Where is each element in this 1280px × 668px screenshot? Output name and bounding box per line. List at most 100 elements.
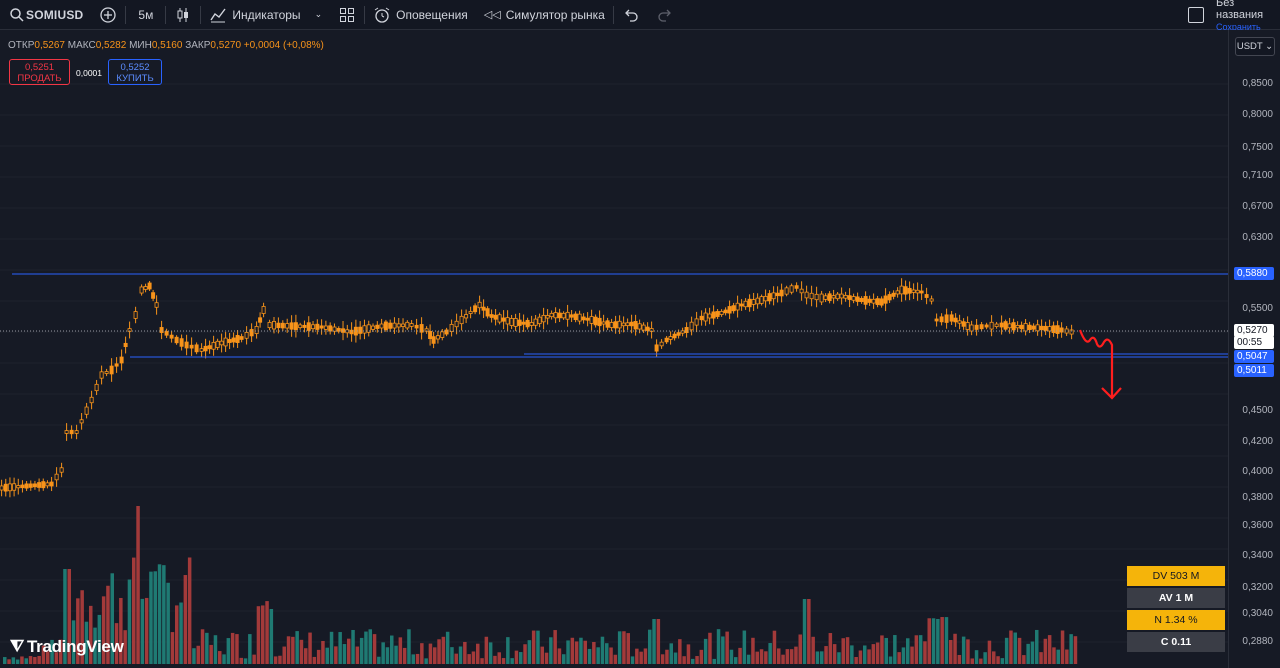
candle-body — [747, 298, 752, 308]
candle-body — [32, 483, 37, 488]
candle-body — [280, 322, 285, 329]
symbol-search[interactable]: SOMIUSD — [0, 0, 91, 29]
volume-bar — [132, 557, 136, 664]
candle-body — [464, 314, 469, 319]
volume-bar — [480, 658, 484, 664]
candle-body — [119, 356, 124, 364]
price-chart[interactable] — [0, 30, 1228, 668]
open-value: 0,5267 — [34, 40, 65, 51]
candle-body — [211, 341, 216, 350]
volume-bar — [235, 634, 239, 664]
candle-body — [289, 322, 294, 330]
support-price-tag-2: 0,5011 — [1234, 364, 1274, 377]
volume-bar — [914, 635, 919, 664]
candle-body — [99, 371, 104, 379]
volume-bar — [1004, 637, 1009, 664]
candle-body — [605, 320, 610, 328]
sell-button[interactable]: 0,5251 ПРОДАТЬ — [9, 59, 70, 85]
volume-bar — [721, 636, 725, 664]
candle-body — [763, 295, 768, 302]
candle-body — [244, 332, 249, 339]
interval-button[interactable]: 5м — [126, 0, 165, 29]
candle-body — [533, 318, 538, 326]
candle-body — [267, 321, 272, 329]
redo-button[interactable] — [648, 0, 682, 29]
volume-bar — [11, 657, 16, 664]
volume-bar — [149, 571, 153, 664]
volume-bar — [609, 647, 613, 664]
alerts-button[interactable]: Оповещения — [365, 0, 476, 29]
candle-body — [341, 328, 346, 333]
candle-body — [239, 336, 244, 340]
candle-body — [883, 295, 888, 304]
volume-bar — [729, 649, 734, 664]
chevron-down-icon[interactable]: ⌄ — [315, 9, 323, 20]
price-tick-label: 0,4000 — [1242, 466, 1273, 477]
buy-button[interactable]: 0,5252 КУПИТЬ — [108, 59, 162, 85]
search-icon — [8, 6, 26, 24]
price-tick-label: 0,3800 — [1242, 492, 1273, 503]
volume-bar — [377, 656, 381, 664]
volume-bar — [557, 648, 562, 664]
volume-bar — [140, 598, 145, 664]
volume-bar — [334, 646, 338, 664]
layout-name[interactable]: Без названия Сохранить — [1216, 0, 1280, 33]
volume-bar — [15, 659, 20, 664]
volume-bar — [940, 617, 944, 664]
undo-button[interactable] — [614, 0, 648, 29]
tradingview-logo[interactable]: ⧨ TradingView — [10, 637, 124, 657]
candle-body — [727, 306, 732, 314]
volume-bar — [875, 642, 880, 664]
candle-body — [139, 286, 144, 294]
volume-bar — [1009, 630, 1013, 664]
candle-body — [219, 340, 224, 346]
resistance-price-tag: 0,5880 — [1234, 267, 1274, 280]
volume-bar — [467, 654, 471, 664]
candle-body — [672, 333, 677, 339]
close-label: ЗАКР — [185, 40, 211, 51]
volume-bar — [691, 658, 695, 664]
volume-bar — [906, 638, 910, 664]
high-value: 0,5282 — [95, 40, 127, 51]
candle-body — [84, 406, 89, 415]
candle-body — [517, 319, 522, 326]
volume-bar — [540, 646, 544, 664]
candle-body — [953, 317, 958, 323]
logo-text: TradingView — [26, 637, 124, 656]
candle-body — [24, 483, 29, 489]
volume-bar — [867, 649, 871, 664]
volume-bar — [966, 639, 970, 664]
currency-select[interactable]: USDT ⌄ — [1235, 37, 1275, 56]
volume-bar — [794, 646, 798, 664]
candle-body — [784, 287, 789, 295]
candle-body — [54, 473, 59, 481]
price-tick-label: 0,3400 — [1242, 550, 1273, 561]
layout-icon[interactable] — [1188, 6, 1204, 23]
candle-body — [553, 312, 558, 319]
candle-body — [637, 323, 642, 330]
volume-bar — [910, 646, 914, 664]
volume-bar — [759, 649, 764, 664]
templates-button[interactable] — [330, 0, 364, 29]
price-axis[interactable]: 0,8500 0,8000 0,7500 0,7100 0,6700 0,6300 0,55… — [1228, 30, 1280, 668]
candle-body — [184, 341, 189, 349]
candle-body — [405, 321, 410, 329]
candle-body — [235, 335, 240, 343]
chart-type-button[interactable] — [166, 0, 200, 29]
volume-bar — [282, 646, 286, 664]
volume-bar — [682, 656, 686, 664]
candle-body — [473, 305, 478, 313]
compare-button[interactable] — [91, 0, 125, 29]
candle-body — [358, 326, 363, 334]
volume-bar — [596, 647, 600, 664]
volume-bar — [166, 582, 170, 664]
candle-body — [16, 485, 21, 489]
indicators-button[interactable]: Индикаторы ⌄ — [201, 0, 330, 29]
volume-bar — [428, 643, 433, 664]
volume-bar — [295, 631, 299, 664]
replay-button[interactable]: ◁◁ Симулятор рынка — [476, 0, 613, 29]
candle-body — [428, 330, 433, 340]
candle-body — [525, 319, 530, 328]
volume-bar — [394, 645, 398, 664]
candle-body — [151, 292, 156, 299]
